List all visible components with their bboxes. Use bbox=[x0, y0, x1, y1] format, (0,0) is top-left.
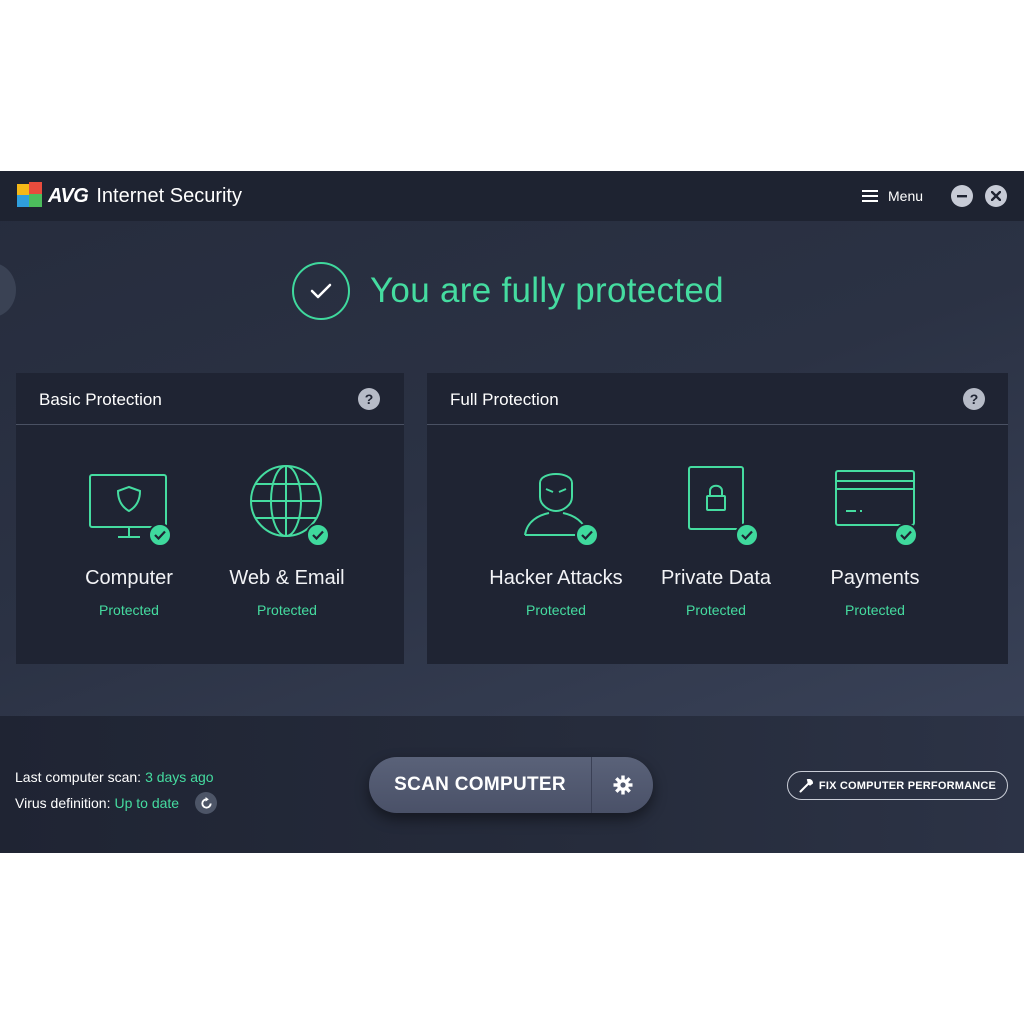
feature-status: Protected bbox=[257, 602, 317, 618]
bottom-bar: Last computer scan: 3 days ago Virus def… bbox=[0, 716, 1024, 853]
help-icon[interactable]: ? bbox=[963, 388, 985, 410]
feature-web-email[interactable]: Web & Email Protected bbox=[207, 465, 367, 618]
feature-private-data[interactable]: Private Data Protected bbox=[636, 465, 796, 618]
feature-hacker-attacks[interactable]: Hacker Attacks Protected bbox=[476, 465, 636, 618]
close-button[interactable] bbox=[985, 185, 1007, 207]
basic-protection-panel: Basic Protection ? Computer Protected We… bbox=[16, 373, 404, 664]
feature-status: Protected bbox=[99, 602, 159, 618]
scan-settings-button[interactable] bbox=[592, 757, 653, 813]
close-icon bbox=[991, 191, 1001, 201]
refresh-icon[interactable] bbox=[195, 792, 218, 814]
virus-def-value: Up to date bbox=[114, 795, 180, 811]
minus-icon bbox=[957, 195, 967, 198]
last-scan-label: Last computer scan: bbox=[15, 769, 142, 785]
check-badge-icon bbox=[575, 523, 599, 547]
check-badge-icon bbox=[894, 523, 918, 547]
side-panel-handle[interactable] bbox=[0, 263, 16, 317]
wrench-icon bbox=[799, 778, 813, 792]
check-badge-icon bbox=[306, 523, 330, 547]
virus-definition-row: Virus definition: Up to date bbox=[15, 790, 218, 816]
status-check-icon bbox=[292, 262, 350, 320]
virus-def-label: Virus definition: bbox=[15, 795, 111, 811]
feature-label: Web & Email bbox=[229, 567, 345, 589]
title-bar: AVG Internet Security Menu bbox=[0, 171, 1024, 221]
app-window: AVG Internet Security Menu You are fully… bbox=[0, 171, 1024, 853]
fix-performance-label: FIX COMPUTER PERFORMANCE bbox=[818, 779, 997, 792]
full-protection-panel: Full Protection ? Hacker Attacks Protect… bbox=[427, 373, 1008, 664]
feature-label: Payments bbox=[830, 567, 920, 589]
status-headline: You are fully protected bbox=[370, 271, 724, 310]
protection-status: You are fully protected bbox=[292, 261, 724, 321]
panel-header: Full Protection ? bbox=[427, 373, 1008, 425]
panel-header: Basic Protection ? bbox=[16, 373, 404, 425]
minimize-button[interactable] bbox=[951, 185, 973, 207]
check-badge-icon bbox=[735, 523, 759, 547]
scan-computer-button[interactable]: SCAN COMPUTER bbox=[369, 757, 591, 813]
scan-button-group: SCAN COMPUTER bbox=[369, 757, 653, 813]
app-title: AVG Internet Security bbox=[48, 183, 242, 209]
panel-title: Full Protection bbox=[450, 390, 559, 409]
feature-computer[interactable]: Computer Protected bbox=[49, 465, 209, 618]
fix-performance-button[interactable]: FIX COMPUTER PERFORMANCE bbox=[787, 771, 1008, 800]
last-scan-row: Last computer scan: 3 days ago bbox=[15, 764, 217, 790]
feature-status: Protected bbox=[845, 602, 905, 618]
feature-label: Computer bbox=[85, 567, 173, 589]
help-icon[interactable]: ? bbox=[358, 388, 380, 410]
avg-logo-icon bbox=[17, 182, 42, 207]
gear-icon bbox=[613, 775, 632, 795]
check-badge-icon bbox=[148, 523, 172, 547]
feature-label: Private Data bbox=[660, 567, 772, 589]
hamburger-icon bbox=[862, 190, 878, 202]
feature-payments[interactable]: Payments Protected bbox=[795, 465, 955, 618]
last-scan-value[interactable]: 3 days ago bbox=[145, 769, 214, 785]
scan-info: Last computer scan: 3 days ago Virus def… bbox=[15, 764, 218, 816]
feature-label: Hacker Attacks bbox=[489, 567, 623, 589]
brand-name: AVG bbox=[48, 184, 89, 207]
product-name: Internet Security bbox=[96, 184, 242, 207]
menu-label: Menu bbox=[888, 188, 924, 204]
feature-status: Protected bbox=[686, 602, 746, 618]
panel-title: Basic Protection bbox=[39, 390, 162, 409]
feature-status: Protected bbox=[526, 602, 586, 618]
menu-button[interactable]: Menu bbox=[862, 184, 923, 208]
